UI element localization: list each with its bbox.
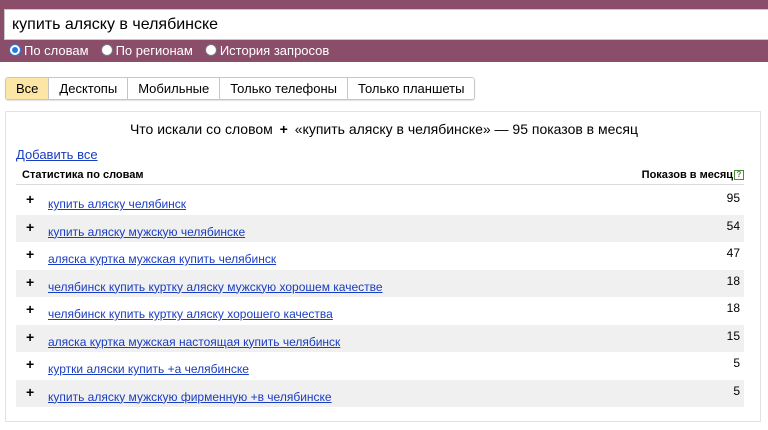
table-header: Статистика по словам Показов в месяц ? — [16, 168, 744, 185]
impressions-count: 95 — [726, 191, 740, 205]
tab-phones-only[interactable]: Только телефоны — [219, 78, 348, 99]
add-plus-icon[interactable]: + — [26, 356, 34, 372]
impressions-count: 18 — [726, 273, 740, 288]
add-plus-icon[interactable]: + — [26, 274, 34, 290]
table-row: + аляска куртка мужская купить челябинск… — [16, 242, 744, 270]
radio-label: По словам — [24, 42, 89, 58]
table-row: + челябинск купить куртку аляску хорошег… — [16, 297, 744, 325]
impressions-count: 15 — [726, 328, 740, 343]
phrase-link[interactable]: аляска куртка мужская купить челябинск — [48, 252, 276, 266]
impressions-count: 18 — [726, 301, 740, 315]
results-table: + купить аляску челябинск 95 + купить ал… — [16, 187, 744, 407]
device-tabs: Все Десктопы Мобильные Только телефоны Т… — [5, 77, 476, 100]
table-row: + челябинск купить куртку аляску мужскую… — [16, 269, 744, 297]
radio-by-regions[interactable]: По регионам — [100, 42, 193, 58]
radio-label: По регионам — [115, 42, 193, 58]
add-plus-icon[interactable]: + — [26, 246, 34, 262]
impressions-count: 5 — [733, 356, 740, 370]
phrase-link[interactable]: челябинск купить куртку аляску мужскую х… — [48, 280, 383, 294]
phrase-link[interactable]: куртки аляски купить +а челябинске — [48, 362, 249, 376]
panel-title: Что искали со словом + «купить аляску в … — [6, 121, 762, 137]
add-plus-icon[interactable]: + — [26, 384, 34, 400]
tab-all[interactable]: Все — [6, 78, 49, 99]
tab-mobile[interactable]: Мобильные — [127, 78, 220, 99]
radio-label: История запросов — [219, 42, 330, 58]
col-header-impressions-label: Показов в месяц — [641, 169, 733, 181]
impressions-count: 54 — [726, 218, 740, 233]
plus-icon: + — [279, 121, 288, 137]
add-plus-icon[interactable]: + — [26, 329, 34, 345]
radio-dot-icon — [204, 44, 217, 56]
phrase-link[interactable]: челябинск купить куртку аляску хорошего … — [48, 307, 333, 321]
tab-tablets-only[interactable]: Только планшеты — [347, 78, 475, 99]
add-plus-icon[interactable]: + — [26, 191, 34, 207]
col-header-impressions: Показов в месяц ? — [642, 169, 744, 181]
table-row: + купить аляску мужскую челябинске 54 — [16, 214, 744, 242]
phrase-link[interactable]: купить аляску мужскую челябинске — [48, 225, 245, 239]
add-plus-icon[interactable]: + — [26, 301, 34, 317]
radio-dot-icon — [100, 44, 113, 56]
phrase-link[interactable]: аляска куртка мужская настоящая купить ч… — [48, 335, 340, 349]
table-row: + куртки аляски купить +а челябинске 5 — [16, 352, 744, 380]
title-prefix: Что искали со словом — [129, 121, 273, 137]
phrase-link[interactable]: купить аляску челябинск — [48, 197, 186, 211]
table-row: + купить аляску мужскую фирменную +в чел… — [16, 379, 744, 407]
results-panel: Что искали со словом + «купить аляску в … — [5, 111, 761, 422]
col-header-words: Статистика по словам — [22, 169, 144, 181]
help-icon[interactable]: ? — [734, 170, 744, 180]
phrase-link[interactable]: купить аляску мужскую фирменную +в челяб… — [48, 390, 332, 404]
table-row: + купить аляску челябинск 95 — [16, 187, 744, 215]
title-suffix: «купить аляску в челябинске» — 95 показо… — [294, 121, 639, 137]
search-input[interactable]: купить аляску в челябинске — [4, 9, 768, 40]
impressions-count: 47 — [726, 246, 740, 260]
radio-query-history[interactable]: История запросов — [204, 42, 330, 58]
search-mode-radios: По словам По регионам История запросов — [9, 41, 341, 59]
table-row: + аляска куртка мужская настоящая купить… — [16, 324, 744, 352]
radio-dot-icon — [9, 44, 21, 56]
impressions-count: 5 — [733, 383, 740, 398]
search-header: купить аляску в челябинске По словам По … — [0, 0, 768, 62]
radio-by-words[interactable]: По словам — [9, 43, 89, 58]
tab-desktops[interactable]: Десктопы — [48, 78, 128, 99]
add-all-link[interactable]: Добавить все — [16, 147, 98, 162]
add-plus-icon[interactable]: + — [26, 219, 34, 235]
